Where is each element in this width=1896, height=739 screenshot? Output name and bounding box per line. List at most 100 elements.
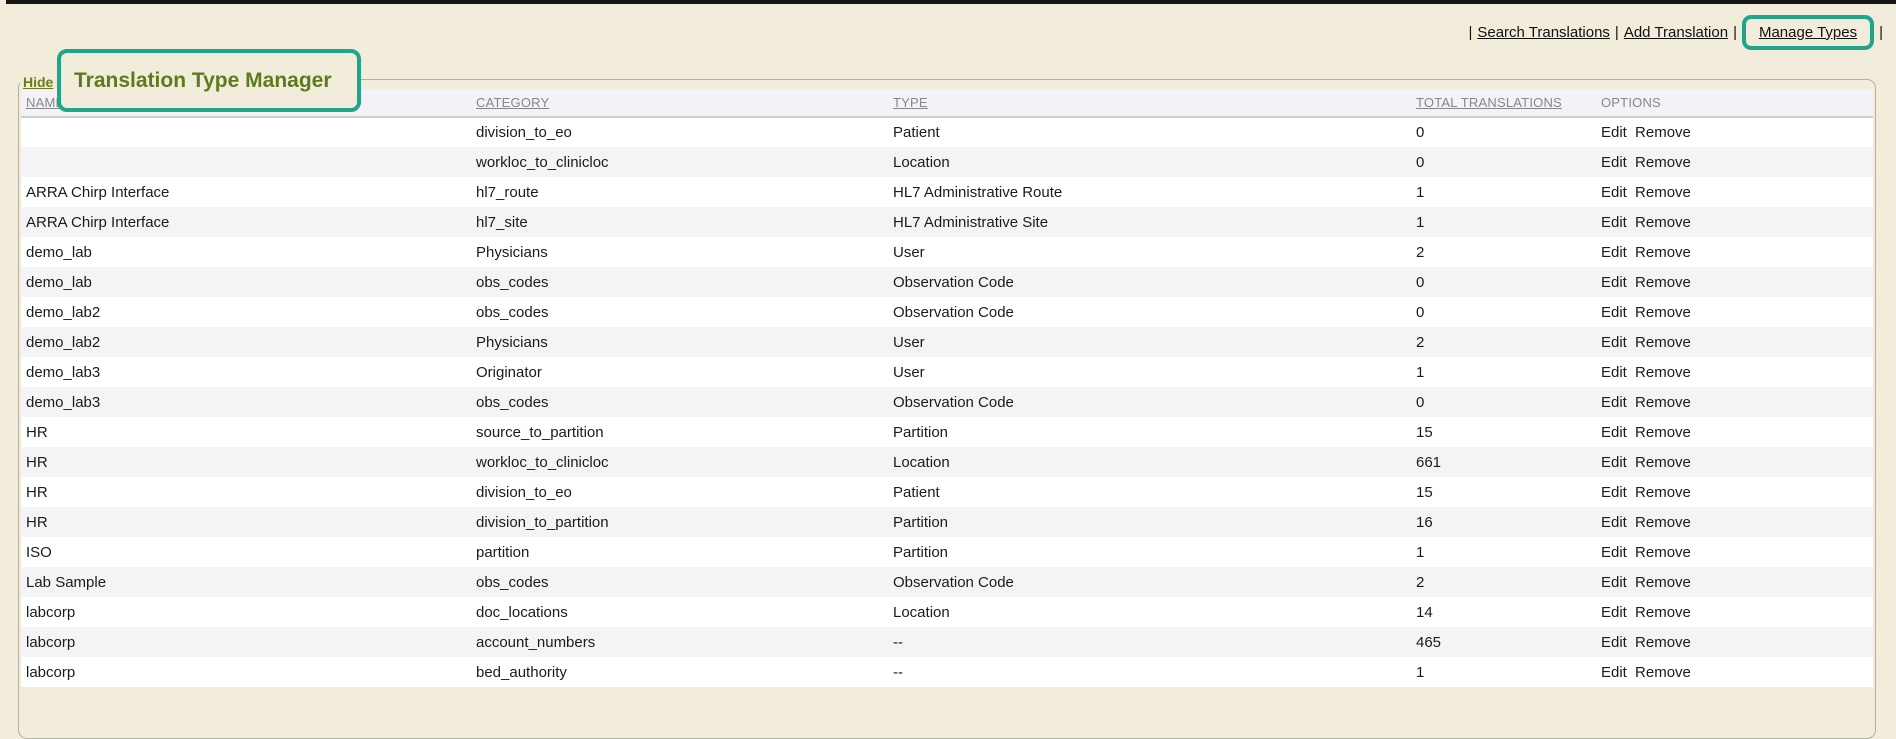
cell-total-translations: 1 [1416, 657, 1601, 687]
cell-type: -- [893, 657, 1416, 687]
remove-link[interactable]: Remove [1635, 664, 1691, 681]
cell-type: User [893, 327, 1416, 357]
remove-link[interactable]: Remove [1635, 334, 1691, 351]
cell-name: labcorp [21, 597, 476, 627]
window-top-edge [6, 0, 1896, 4]
table-row: division_to_eo Patient 0 Edit Remove [21, 117, 1873, 147]
cell-total-translations: 14 [1416, 597, 1601, 627]
edit-link[interactable]: Edit [1601, 424, 1627, 441]
nav-link-search-translations[interactable]: Search Translations [1477, 24, 1610, 41]
cell-name: demo_lab [21, 237, 476, 267]
column-header-category: CATEGORY [476, 89, 893, 117]
edit-link[interactable]: Edit [1601, 214, 1627, 231]
cell-name: labcorp [21, 627, 476, 657]
sort-category-link[interactable]: CATEGORY [476, 95, 549, 110]
table-row: HR division_to_eo Patient 15 Edit Remove [21, 477, 1873, 507]
cell-total-translations: 465 [1416, 627, 1601, 657]
cell-type: Location [893, 597, 1416, 627]
remove-link[interactable]: Remove [1635, 124, 1691, 141]
edit-link[interactable]: Edit [1601, 484, 1627, 501]
edit-link[interactable]: Edit [1601, 154, 1627, 171]
edit-link[interactable]: Edit [1601, 394, 1627, 411]
remove-link[interactable]: Remove [1635, 544, 1691, 561]
top-nav: | Search Translations | Add Translation … [1463, 11, 1888, 53]
column-header-type: TYPE [893, 89, 1416, 117]
sort-type-link[interactable]: TYPE [893, 95, 928, 110]
edit-link[interactable]: Edit [1601, 604, 1627, 621]
remove-link[interactable]: Remove [1635, 394, 1691, 411]
cell-type: Location [893, 147, 1416, 177]
remove-link[interactable]: Remove [1635, 154, 1691, 171]
title-highlight-box: Translation Type Manager [57, 49, 361, 112]
cell-type: Patient [893, 117, 1416, 147]
table-row: ARRA Chirp Interface hl7_route HL7 Admin… [21, 177, 1873, 207]
table-row: labcorp account_numbers -- 465 Edit Remo… [21, 627, 1873, 657]
edit-link[interactable]: Edit [1601, 664, 1627, 681]
cell-category: account_numbers [476, 627, 893, 657]
cell-total-translations: 0 [1416, 267, 1601, 297]
table-row: demo_lab2 Physicians User 2 Edit Remove [21, 327, 1873, 357]
page-title: Translation Type Manager [74, 69, 332, 93]
remove-link[interactable]: Remove [1635, 454, 1691, 471]
nav-link-manage-types[interactable]: Manage Types [1759, 24, 1857, 41]
cell-category: bed_authority [476, 657, 893, 687]
cell-total-translations: 15 [1416, 417, 1601, 447]
cell-name: demo_lab2 [21, 327, 476, 357]
edit-link[interactable]: Edit [1601, 574, 1627, 591]
remove-link[interactable]: Remove [1635, 364, 1691, 381]
cell-options: Edit Remove [1601, 387, 1873, 417]
cell-name: HR [21, 417, 476, 447]
cell-name: ISO [21, 537, 476, 567]
cell-category: Physicians [476, 327, 893, 357]
edit-link[interactable]: Edit [1601, 514, 1627, 531]
table-row: Lab Sample obs_codes Observation Code 2 … [21, 567, 1873, 597]
cell-name [21, 147, 476, 177]
cell-options: Edit Remove [1601, 327, 1873, 357]
table-container: NAME CATEGORY TYPE TOTAL TRANSLATIONS OP… [21, 89, 1873, 738]
translation-types-table: NAME CATEGORY TYPE TOTAL TRANSLATIONS OP… [21, 89, 1873, 687]
remove-link[interactable]: Remove [1635, 214, 1691, 231]
table-row: demo_lab Physicians User 2 Edit Remove [21, 237, 1873, 267]
cell-options: Edit Remove [1601, 597, 1873, 627]
cell-options: Edit Remove [1601, 657, 1873, 687]
edit-link[interactable]: Edit [1601, 634, 1627, 651]
cell-category: source_to_partition [476, 417, 893, 447]
table-row: demo_lab3 obs_codes Observation Code 0 E… [21, 387, 1873, 417]
cell-total-translations: 2 [1416, 327, 1601, 357]
hide-panel-link[interactable]: Hide [21, 74, 55, 90]
cell-options: Edit Remove [1601, 567, 1873, 597]
table-row: ARRA Chirp Interface hl7_site HL7 Admini… [21, 207, 1873, 237]
remove-link[interactable]: Remove [1635, 574, 1691, 591]
edit-link[interactable]: Edit [1601, 544, 1627, 561]
cell-options: Edit Remove [1601, 237, 1873, 267]
table-row: workloc_to_clinicloc Location 0 Edit Rem… [21, 147, 1873, 177]
remove-link[interactable]: Remove [1635, 244, 1691, 261]
edit-link[interactable]: Edit [1601, 244, 1627, 261]
edit-link[interactable]: Edit [1601, 184, 1627, 201]
cell-options: Edit Remove [1601, 147, 1873, 177]
remove-link[interactable]: Remove [1635, 514, 1691, 531]
nav-link-add-translation[interactable]: Add Translation [1624, 24, 1728, 41]
cell-total-translations: 2 [1416, 237, 1601, 267]
cell-options: Edit Remove [1601, 477, 1873, 507]
edit-link[interactable]: Edit [1601, 364, 1627, 381]
cell-type: Observation Code [893, 567, 1416, 597]
cell-options: Edit Remove [1601, 627, 1873, 657]
sort-total-link[interactable]: TOTAL TRANSLATIONS [1416, 95, 1562, 110]
remove-link[interactable]: Remove [1635, 274, 1691, 291]
edit-link[interactable]: Edit [1601, 124, 1627, 141]
edit-link[interactable]: Edit [1601, 304, 1627, 321]
remove-link[interactable]: Remove [1635, 604, 1691, 621]
table-row: HR source_to_partition Partition 15 Edit… [21, 417, 1873, 447]
remove-link[interactable]: Remove [1635, 184, 1691, 201]
remove-link[interactable]: Remove [1635, 304, 1691, 321]
edit-link[interactable]: Edit [1601, 334, 1627, 351]
nav-separator: | [1733, 24, 1737, 41]
cell-type: Partition [893, 417, 1416, 447]
edit-link[interactable]: Edit [1601, 274, 1627, 291]
remove-link[interactable]: Remove [1635, 424, 1691, 441]
edit-link[interactable]: Edit [1601, 454, 1627, 471]
remove-link[interactable]: Remove [1635, 484, 1691, 501]
remove-link[interactable]: Remove [1635, 634, 1691, 651]
manage-types-highlight-box: Manage Types [1742, 15, 1874, 50]
